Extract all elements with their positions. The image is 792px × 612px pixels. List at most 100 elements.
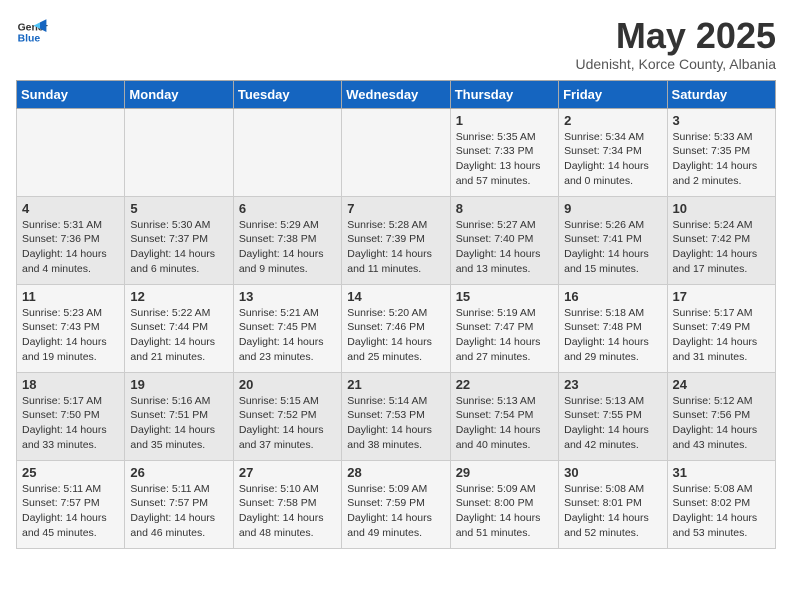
calendar-cell: 25Sunrise: 5:11 AMSunset: 7:57 PMDayligh…	[17, 460, 125, 548]
calendar-cell: 16Sunrise: 5:18 AMSunset: 7:48 PMDayligh…	[559, 284, 667, 372]
day-number: 21	[347, 377, 444, 392]
calendar-cell: 12 Sunrise: 5:22 AMSunset: 7:44 PMDayligh…	[125, 284, 233, 372]
day-number: 22	[456, 377, 553, 392]
cell-info: Sunrise: 5:09 AMSunset: 7:59 PMDaylight:…	[347, 482, 444, 541]
cell-info: Sunrise: 5:24 AMSunset: 7:42 PMDaylight:…	[673, 218, 770, 277]
calendar-cell: 23Sunrise: 5:13 AMSunset: 7:55 PMDayligh…	[559, 372, 667, 460]
calendar-cell: 21 Sunrise: 5:14 AMSunset: 7:53 PMDayligh…	[342, 372, 450, 460]
calendar-header: SundayMondayTuesdayWednesdayThursdayFrid…	[17, 80, 776, 108]
day-header-saturday: Saturday	[667, 80, 775, 108]
cell-info: Sunrise: 5:27 AMSunset: 7:40 PMDaylight:…	[456, 218, 553, 277]
day-number: 12	[130, 289, 227, 304]
day-number: 14	[347, 289, 444, 304]
cell-info: Sunrise: 5:23 AMSunset: 7:43 PMDaylight:…	[22, 306, 119, 365]
cell-info: Sunrise: 5:11 AMSunset: 7:57 PMDaylight:…	[130, 482, 227, 541]
cell-info: Sunrise: 5:21 AMSunset: 7:45 PMDaylight:…	[239, 306, 336, 365]
day-number: 9	[564, 201, 661, 216]
cell-info: Sunrise: 5:13 AMSunset: 7:55 PMDaylight:…	[564, 394, 661, 453]
day-header-tuesday: Tuesday	[233, 80, 341, 108]
logo: General Blue	[16, 16, 48, 48]
cell-info: Sunrise: 5:17 AMSunset: 7:50 PMDaylight:…	[22, 394, 119, 453]
cell-info: Sunrise: 5:22 AMSunset: 7:44 PMDaylight:…	[130, 306, 227, 365]
day-number: 24	[673, 377, 770, 392]
day-number: 5	[130, 201, 227, 216]
cell-info: Sunrise: 5:14 AMSunset: 7:53 PMDaylight:…	[347, 394, 444, 453]
day-number: 26	[130, 465, 227, 480]
day-number: 8	[456, 201, 553, 216]
cell-info: Sunrise: 5:30 AMSunset: 7:37 PMDaylight:…	[130, 218, 227, 277]
cell-info: Sunrise: 5:26 AMSunset: 7:41 PMDaylight:…	[564, 218, 661, 277]
calendar-cell: 27 Sunrise: 5:10 AMSunset: 7:58 PMDayligh…	[233, 460, 341, 548]
week-row-5: 25Sunrise: 5:11 AMSunset: 7:57 PMDayligh…	[17, 460, 776, 548]
cell-info: Sunrise: 5:13 AMSunset: 7:54 PMDaylight:…	[456, 394, 553, 453]
calendar-cell: 13 Sunrise: 5:21 AMSunset: 7:45 PMDayligh…	[233, 284, 341, 372]
day-number: 4	[22, 201, 119, 216]
day-number: 30	[564, 465, 661, 480]
week-row-2: 4 Sunrise: 5:31 AMSunset: 7:36 PMDaylight…	[17, 196, 776, 284]
calendar-cell: 18 Sunrise: 5:17 AMSunset: 7:50 PMDayligh…	[17, 372, 125, 460]
cell-info: Sunrise: 5:18 AMSunset: 7:48 PMDaylight:…	[564, 306, 661, 365]
svg-text:Blue: Blue	[18, 34, 41, 45]
cell-info: Sunrise: 5:17 AMSunset: 7:49 PMDaylight:…	[673, 306, 770, 365]
calendar-cell: 9 Sunrise: 5:26 AMSunset: 7:41 PMDaylight…	[559, 196, 667, 284]
day-number: 28	[347, 465, 444, 480]
calendar-cell	[125, 108, 233, 196]
calendar-cell: 10 Sunrise: 5:24 AMSunset: 7:42 PMDayligh…	[667, 196, 775, 284]
week-row-3: 11Sunrise: 5:23 AMSunset: 7:43 PMDayligh…	[17, 284, 776, 372]
header-row: SundayMondayTuesdayWednesdayThursdayFrid…	[17, 80, 776, 108]
day-number: 17	[673, 289, 770, 304]
cell-info: Sunrise: 5:19 AMSunset: 7:47 PMDaylight:…	[456, 306, 553, 365]
day-number: 27	[239, 465, 336, 480]
day-number: 19	[130, 377, 227, 392]
week-row-4: 18 Sunrise: 5:17 AMSunset: 7:50 PMDayligh…	[17, 372, 776, 460]
page-header: General Blue May 2025 Udenisht, Korce Co…	[16, 16, 776, 72]
day-number: 10	[673, 201, 770, 216]
day-header-monday: Monday	[125, 80, 233, 108]
calendar-cell	[342, 108, 450, 196]
calendar-cell: 3Sunrise: 5:33 AMSunset: 7:35 PMDaylight…	[667, 108, 775, 196]
calendar-cell: 20Sunrise: 5:15 AMSunset: 7:52 PMDayligh…	[233, 372, 341, 460]
calendar-cell: 28 Sunrise: 5:09 AMSunset: 7:59 PMDayligh…	[342, 460, 450, 548]
calendar-cell: 2 Sunrise: 5:34 AMSunset: 7:34 PMDaylight…	[559, 108, 667, 196]
cell-info: Sunrise: 5:28 AMSunset: 7:39 PMDaylight:…	[347, 218, 444, 277]
cell-info: Sunrise: 5:29 AMSunset: 7:38 PMDaylight:…	[239, 218, 336, 277]
calendar-table: SundayMondayTuesdayWednesdayThursdayFrid…	[16, 80, 776, 549]
cell-info: Sunrise: 5:34 AMSunset: 7:34 PMDaylight:…	[564, 130, 661, 189]
day-number: 6	[239, 201, 336, 216]
calendar-cell: 19 Sunrise: 5:16 AMSunset: 7:51 PMDayligh…	[125, 372, 233, 460]
calendar-body: 1Sunrise: 5:35 AMSunset: 7:33 PMDaylight…	[17, 108, 776, 548]
cell-info: Sunrise: 5:08 AMSunset: 8:01 PMDaylight:…	[564, 482, 661, 541]
day-number: 31	[673, 465, 770, 480]
cell-info: Sunrise: 5:35 AMSunset: 7:33 PMDaylight:…	[456, 130, 553, 189]
cell-info: Sunrise: 5:16 AMSunset: 7:51 PMDaylight:…	[130, 394, 227, 453]
calendar-cell: 11Sunrise: 5:23 AMSunset: 7:43 PMDayligh…	[17, 284, 125, 372]
calendar-cell: 4 Sunrise: 5:31 AMSunset: 7:36 PMDaylight…	[17, 196, 125, 284]
cell-info: Sunrise: 5:31 AMSunset: 7:36 PMDaylight:…	[22, 218, 119, 277]
calendar-cell: 1Sunrise: 5:35 AMSunset: 7:33 PMDaylight…	[450, 108, 558, 196]
day-number: 13	[239, 289, 336, 304]
calendar-cell: 5 Sunrise: 5:30 AMSunset: 7:37 PMDaylight…	[125, 196, 233, 284]
calendar-cell: 30 Sunrise: 5:08 AMSunset: 8:01 PMDayligh…	[559, 460, 667, 548]
calendar-cell: 6 Sunrise: 5:29 AMSunset: 7:38 PMDaylight…	[233, 196, 341, 284]
day-number: 18	[22, 377, 119, 392]
cell-info: Sunrise: 5:20 AMSunset: 7:46 PMDaylight:…	[347, 306, 444, 365]
day-number: 7	[347, 201, 444, 216]
month-title: May 2025	[575, 16, 776, 56]
calendar-cell: 22 Sunrise: 5:13 AMSunset: 7:54 PMDayligh…	[450, 372, 558, 460]
calendar-cell: 15 Sunrise: 5:19 AMSunset: 7:47 PMDayligh…	[450, 284, 558, 372]
logo-icon: General Blue	[16, 16, 48, 48]
day-number: 3	[673, 113, 770, 128]
cell-info: Sunrise: 5:10 AMSunset: 7:58 PMDaylight:…	[239, 482, 336, 541]
day-number: 15	[456, 289, 553, 304]
calendar-cell: 29Sunrise: 5:09 AMSunset: 8:00 PMDayligh…	[450, 460, 558, 548]
cell-info: Sunrise: 5:15 AMSunset: 7:52 PMDaylight:…	[239, 394, 336, 453]
calendar-cell	[17, 108, 125, 196]
week-row-1: 1Sunrise: 5:35 AMSunset: 7:33 PMDaylight…	[17, 108, 776, 196]
calendar-cell: 7 Sunrise: 5:28 AMSunset: 7:39 PMDaylight…	[342, 196, 450, 284]
day-number: 29	[456, 465, 553, 480]
calendar-cell: 14 Sunrise: 5:20 AMSunset: 7:46 PMDayligh…	[342, 284, 450, 372]
day-header-wednesday: Wednesday	[342, 80, 450, 108]
day-number: 2	[564, 113, 661, 128]
cell-info: Sunrise: 5:12 AMSunset: 7:56 PMDaylight:…	[673, 394, 770, 453]
title-area: May 2025 Udenisht, Korce County, Albania	[575, 16, 776, 72]
